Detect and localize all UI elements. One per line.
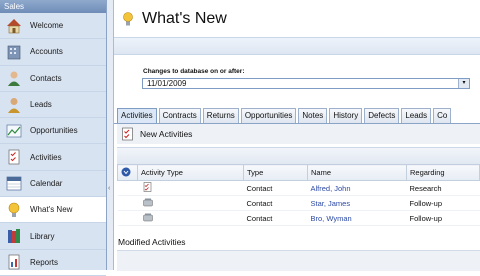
regarding-cell: Follow-up [406, 210, 480, 226]
sidebar-item-library[interactable]: Library [0, 223, 106, 250]
sidebar-item-label: Activities [30, 152, 62, 162]
house-icon [7, 18, 21, 33]
regarding-cell: Research [406, 180, 480, 196]
table-row[interactable]: Contact Star, James Follow-up [117, 195, 480, 211]
activity-type-cell [137, 180, 244, 196]
phone-icon [142, 198, 153, 206]
sidebar-item-contacts[interactable]: Contacts [0, 66, 106, 92]
tab-contracts[interactable]: Contracts [158, 108, 201, 123]
type-cell: Contact [243, 210, 308, 226]
chart-icon [6, 124, 22, 138]
sidebar-item-leads[interactable]: Leads [0, 92, 106, 119]
date-value: 11/01/2009 [147, 79, 187, 88]
page-header: What's New [114, 0, 480, 37]
modified-activities-title: Modified Activities [118, 237, 186, 247]
section-title: New Activities [140, 129, 193, 139]
name-link[interactable]: Bro, Wyman [307, 210, 407, 226]
regarding-cell: Follow-up [406, 195, 480, 211]
modified-activities-grid [117, 250, 480, 271]
grid-toolbar [117, 147, 480, 164]
todo-icon [143, 182, 151, 192]
sidebar-item-accounts[interactable]: Accounts [0, 39, 106, 66]
date-picker-icon[interactable]: ▾ [458, 79, 469, 88]
sidebar-item-label: What's New [30, 205, 73, 215]
activity-type-cell [137, 195, 244, 211]
new-activities-table: Activity Type Type Name Regarding Contac… [117, 164, 480, 226]
row-spacer [117, 180, 138, 196]
checklist-icon [122, 127, 133, 141]
tab-activities[interactable]: Activities [117, 108, 157, 123]
row-spacer [117, 195, 138, 211]
collapse-arrow-icon[interactable]: ‹ [108, 185, 110, 192]
column-header-type[interactable]: Type [243, 164, 308, 181]
tab-history[interactable]: History [329, 108, 363, 123]
table-row[interactable]: Contact Alfred, John Research [117, 180, 480, 196]
table-row[interactable]: Contact Bro, Wyman Follow-up [117, 210, 480, 226]
column-header-activity-type[interactable]: Activity Type [137, 164, 244, 181]
sidebar-item-label: Library [30, 231, 55, 241]
tab-leads[interactable]: Leads [401, 108, 432, 123]
column-header-regarding[interactable]: Regarding [406, 164, 480, 181]
sidebar-item-activities[interactable]: Activities [0, 144, 106, 171]
date-input[interactable]: 11/01/2009 ▾ [142, 78, 470, 89]
tab-returns[interactable]: Returns [202, 108, 239, 123]
lead-person-icon [8, 97, 20, 113]
sidebar-item-label: Contacts [30, 73, 62, 83]
sidebar-item-label: Reports [30, 257, 59, 267]
sidebar-item-label: Opportunities [30, 126, 78, 136]
building-icon [7, 45, 21, 60]
navigation-sidebar: Sales Welcome Accounts Contacts Leads Op… [0, 0, 107, 276]
main-panel: What's New Changes to database on or aft… [114, 0, 480, 271]
type-cell: Contact [243, 195, 308, 211]
row-spacer [117, 210, 138, 226]
type-cell: Contact [243, 180, 308, 196]
table-header-row: Activity Type Type Name Regarding [117, 164, 480, 181]
changes-label: Changes to database on or after: [143, 68, 245, 75]
sidebar-item-label: Welcome [30, 21, 64, 31]
column-header-name[interactable]: Name [307, 164, 407, 181]
sidebar-item-calendar[interactable]: Calendar [0, 171, 106, 198]
column-chooser-icon [121, 167, 131, 176]
sidebar-splitter[interactable]: ‹ [107, 0, 114, 270]
sidebar-item-whats-new[interactable]: What's New [0, 197, 106, 224]
sidebar-item-label: Accounts [30, 47, 63, 57]
calendar-icon [6, 177, 22, 191]
activity-type-cell [137, 210, 244, 226]
sidebar-item-welcome[interactable]: Welcome [0, 13, 106, 40]
checklist-icon [8, 149, 20, 165]
lightbulb-icon [8, 202, 20, 217]
header-band [114, 37, 480, 55]
tab-defects[interactable]: Defects [364, 108, 400, 123]
tab-bar: Activities Contracts Returns Opportuniti… [117, 108, 453, 123]
sidebar-header: Sales [0, 0, 106, 13]
phone-icon [142, 213, 153, 221]
name-link[interactable]: Star, James [307, 195, 407, 211]
reports-icon [8, 254, 20, 270]
new-activities-section: New Activities [117, 124, 480, 144]
person-icon [8, 71, 20, 87]
sidebar-item-label: Leads [30, 100, 52, 110]
books-icon [8, 229, 20, 244]
page-title: What's New [142, 9, 227, 27]
sidebar-item-opportunities[interactable]: Opportunities [0, 118, 106, 145]
tab-co[interactable]: Co [433, 108, 452, 123]
sidebar-item-label: Calendar [30, 178, 63, 188]
sidebar-item-reports[interactable]: Reports [0, 250, 106, 276]
name-link[interactable]: Alfred, John [307, 180, 407, 196]
tab-notes[interactable]: Notes [298, 108, 328, 123]
lightbulb-icon [123, 11, 133, 25]
select-column-header[interactable] [117, 164, 138, 181]
tab-opportunities[interactable]: Opportunities [240, 108, 297, 123]
